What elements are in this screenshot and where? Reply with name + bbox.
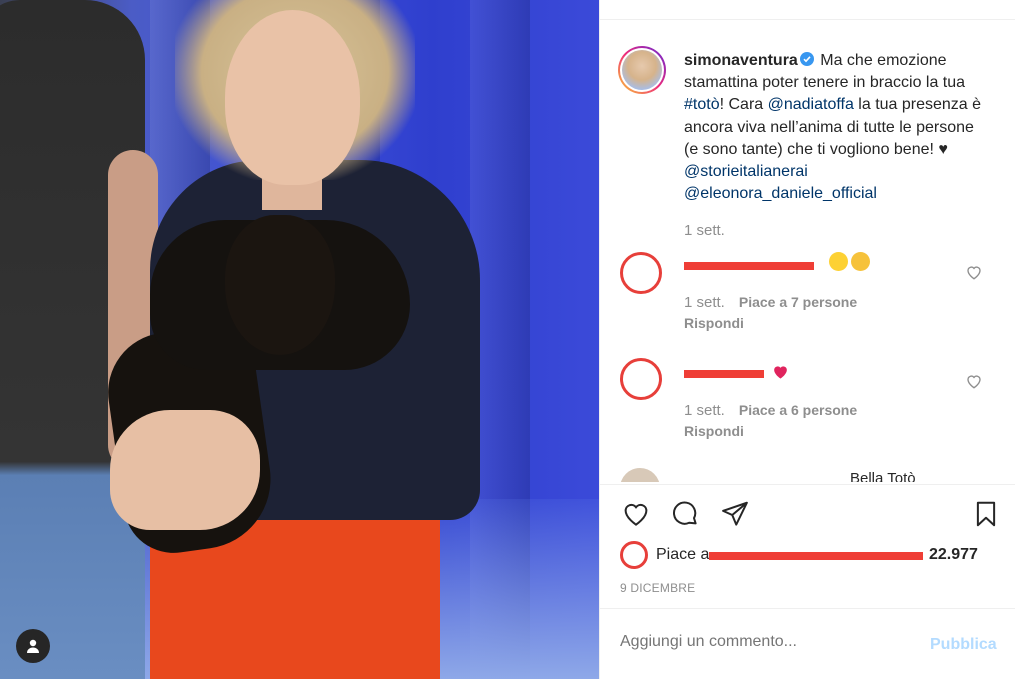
caption-timestamp[interactable]: 1 sett. (684, 222, 725, 239)
sad-face-icon (851, 252, 870, 271)
reply-button[interactable]: Rispondi (684, 315, 744, 331)
mention-link[interactable]: @eleonora_daniele_official (684, 185, 877, 202)
publish-button[interactable]: Pubblica (930, 636, 997, 654)
comment-bubble-icon[interactable] (669, 498, 701, 530)
comment-likes[interactable]: Piace a 6 persone (739, 402, 857, 418)
post-side-panel: simonaventura Ma che emozione stamattina… (599, 0, 1015, 679)
likes-count[interactable]: 22.977 (929, 546, 978, 564)
like-comment-heart-icon[interactable] (965, 263, 983, 281)
red-heart-icon (774, 366, 787, 379)
share-paper-plane-icon[interactable] (719, 498, 751, 530)
tagged-users-icon[interactable] (16, 629, 50, 663)
commenter-avatar[interactable] (620, 358, 662, 400)
redacted-username (684, 370, 764, 378)
mention-link[interactable]: @nadiatoffa (768, 96, 854, 113)
likes-summary[interactable]: Piace a 22.977 (620, 541, 1010, 569)
likes-prefix: Piace a (656, 546, 710, 563)
author-username[interactable]: simonaventura (684, 52, 798, 69)
post-photo[interactable] (0, 0, 599, 679)
post-date[interactable]: 9 DICEMBRE (620, 581, 695, 595)
comment-item-partial: Bella Totò (620, 466, 1000, 482)
like-comment-heart-icon[interactable] (965, 372, 983, 390)
mention-link[interactable]: @storieitalianerai (684, 163, 808, 180)
author-avatar[interactable] (618, 46, 666, 94)
redacted-username (684, 262, 814, 270)
caption-text-2: ! Cara (719, 96, 768, 114)
commenter-avatar[interactable] (620, 252, 662, 294)
commenter-avatar[interactable] (620, 468, 660, 482)
heart-eyes-icon (829, 252, 848, 271)
verified-badge-icon (799, 52, 814, 66)
comment-timestamp[interactable]: 1 sett. (684, 402, 725, 419)
comment-timestamp[interactable]: 1 sett. (684, 294, 725, 311)
hashtag-link[interactable]: #totò (684, 96, 720, 113)
redacted-liker-name (709, 552, 923, 560)
reply-button[interactable]: Rispondi (684, 423, 744, 439)
like-heart-icon[interactable] (620, 498, 652, 530)
liker-avatar[interactable] (620, 541, 648, 569)
add-comment-input[interactable] (620, 633, 920, 651)
comment-likes[interactable]: Piace a 7 persone (739, 294, 857, 310)
save-bookmark-icon[interactable] (970, 498, 1002, 530)
partial-comment-text: Bella Totò (850, 470, 916, 482)
photo-woman-face (225, 10, 360, 185)
